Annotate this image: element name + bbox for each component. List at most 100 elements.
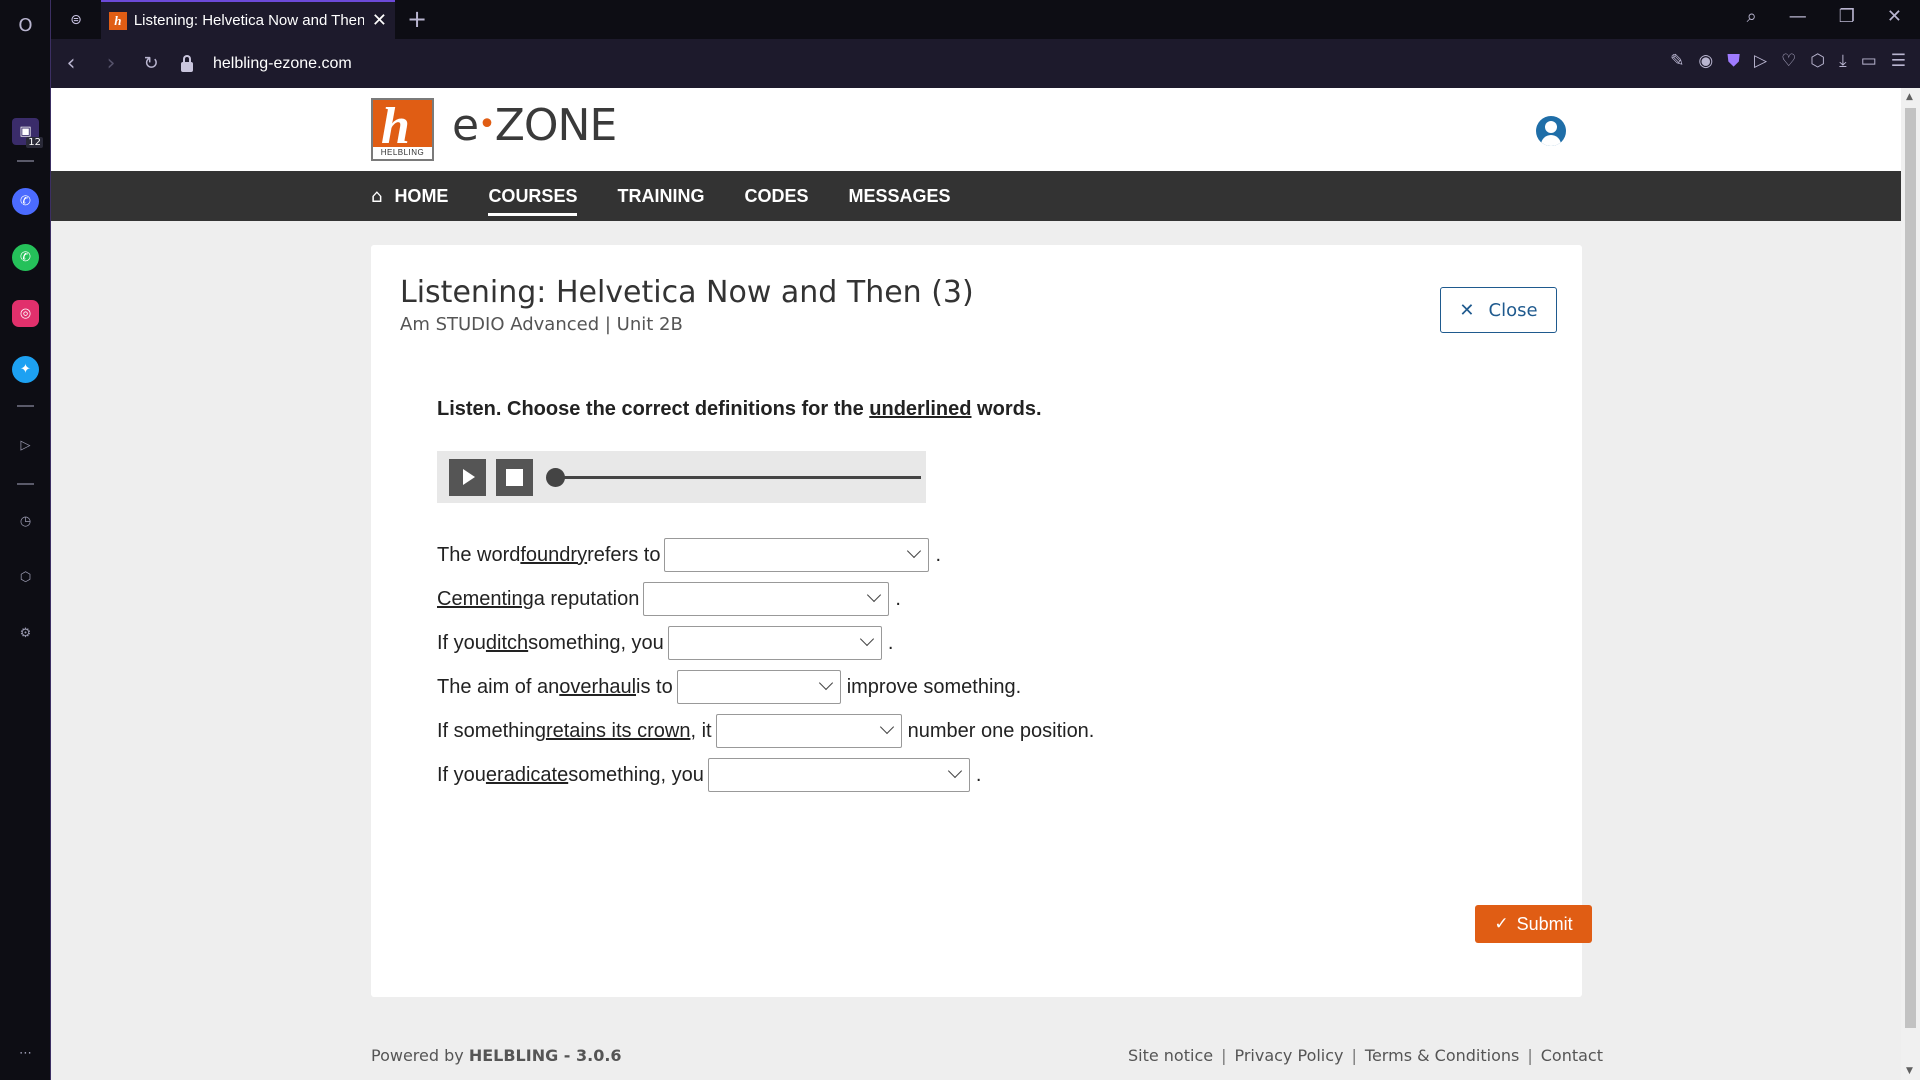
twitter-icon[interactable]: ✦ (12, 356, 39, 383)
question-row: The aim of an overhaul is to improve som… (437, 665, 1094, 709)
question-text-end: . (975, 763, 982, 786)
question-text: If you (437, 763, 486, 786)
back-icon[interactable]: ‹ (51, 51, 91, 76)
question-list: The word foundry refers to . Cementing a… (437, 533, 1094, 797)
sidebar-divider (17, 405, 34, 407)
question-text-end: . (935, 543, 942, 566)
twitch-icon[interactable]: ▣ 12 (12, 118, 43, 148)
battery-icon[interactable]: ▭ (1861, 51, 1877, 71)
scroll-up-icon[interactable]: ▲ (1906, 92, 1913, 102)
history-icon[interactable]: ◷ (12, 508, 39, 535)
workspace-icon[interactable]: ⊜ (59, 6, 93, 33)
question-row: The word foundry refers to . (437, 533, 1094, 577)
question-keyword: ditch (485, 631, 529, 654)
window-controls: ⌕ — ❐ ✕ (1747, 6, 1902, 27)
settings-gear-icon[interactable]: ⚙ (12, 620, 39, 647)
question-text-end: . (887, 631, 894, 654)
scroll-down-icon[interactable]: ▼ (1906, 1066, 1913, 1076)
question-text-end: number one position. (907, 719, 1095, 742)
heart-icon[interactable]: ♡ (1781, 51, 1796, 71)
question-keyword: foundry (520, 543, 588, 566)
footer-link-contact[interactable]: Contact (1541, 1046, 1603, 1065)
opera-logo-icon[interactable]: O (12, 12, 39, 39)
submit-button[interactable]: ✓ Submit (1475, 905, 1592, 943)
snapshot-camera-icon[interactable]: ◉ (1698, 51, 1713, 71)
footer-link-privacy[interactable]: Privacy Policy (1234, 1046, 1343, 1065)
brand-suffix: ZONE (494, 100, 617, 151)
nav-messages[interactable]: MESSAGES (848, 171, 950, 221)
instruction-text-end: words. (971, 398, 1042, 420)
sidebar-divider (17, 483, 34, 485)
brand-dot: • (478, 107, 496, 142)
answer-select-6[interactable] (707, 758, 970, 792)
extensions-icon[interactable]: ⬡ (1810, 51, 1825, 71)
user-account-icon[interactable] (1536, 116, 1566, 146)
answer-select-3[interactable] (667, 626, 882, 660)
nav-courses[interactable]: COURSES (488, 171, 578, 221)
whatsapp-icon[interactable]: ✆ (12, 244, 39, 271)
close-x-icon: ✕ (1459, 299, 1475, 321)
chevron-down-icon (818, 675, 833, 691)
question-keyword: retains its crown (545, 719, 691, 742)
extensions-cube-icon[interactable]: ⬡ (12, 564, 39, 591)
submit-label: Submit (1516, 913, 1573, 934)
nav-training[interactable]: TRAINING (617, 171, 704, 221)
close-button[interactable]: ✕ Close (1440, 287, 1557, 333)
question-row: If you eradicate something, you . (437, 753, 1094, 797)
instagram-icon[interactable]: ◎ (12, 300, 39, 327)
footer-link-site-notice[interactable]: Site notice (1128, 1046, 1213, 1065)
footer-link-terms[interactable]: Terms & Conditions (1365, 1046, 1519, 1065)
page-scrollbar[interactable]: ▲ ▼ (1901, 88, 1920, 1080)
question-text: If you (437, 631, 486, 654)
forward-icon[interactable]: › (91, 51, 131, 76)
new-tab-button[interactable]: + (407, 5, 427, 33)
exercise-card: Listening: Helvetica Now and Then (3) Am… (371, 245, 1592, 997)
nav-home[interactable]: HOME (394, 171, 448, 221)
nav-codes[interactable]: CODES (744, 171, 808, 221)
sidebar-divider (17, 160, 34, 162)
easy-setup-icon[interactable]: ☰ (1891, 51, 1906, 71)
messenger-icon[interactable]: ✆ (12, 188, 39, 215)
address-tools: ✎ ◉ ⛊ ▷ ♡ ⬡ ⤓ ▭ ☰ (1670, 51, 1906, 71)
question-text: something, you (568, 763, 704, 786)
ezone-brand[interactable]: e•ZONE (452, 100, 617, 151)
logo-letter: h (381, 98, 410, 155)
audio-progress-handle[interactable] (546, 468, 565, 487)
brand-prefix: e (452, 100, 479, 151)
play-icon[interactable] (449, 459, 486, 496)
url-field[interactable]: helbling-ezone.com (213, 55, 352, 73)
browser-tab[interactable]: h Listening: Helvetica Now and Then (3) … (101, 0, 395, 39)
helbling-logo[interactable]: h HELBLING (371, 98, 434, 161)
footer-separator: | (1527, 1046, 1533, 1065)
download-icon[interactable]: ⤓ (1839, 51, 1847, 71)
audio-player (437, 451, 926, 503)
home-icon[interactable]: ⌂ (371, 186, 382, 207)
tab-close-icon[interactable]: ✕ (372, 10, 387, 31)
question-keyword: Cementing (437, 587, 534, 610)
restore-icon[interactable]: ❐ (1839, 6, 1855, 27)
footer-separator: | (1351, 1046, 1357, 1065)
scrollbar-thumb[interactable] (1905, 108, 1916, 1028)
minimize-icon[interactable]: — (1789, 6, 1807, 27)
footer-separator: | (1221, 1046, 1227, 1065)
chevron-down-icon (859, 631, 874, 647)
share-icon[interactable]: ✎ (1670, 51, 1684, 71)
answer-select-1[interactable] (664, 538, 930, 572)
question-text: is to (636, 675, 673, 698)
answer-select-4[interactable] (676, 670, 841, 704)
vpn-shield-icon[interactable]: ⛊ (1727, 51, 1740, 71)
exercise-subtitle: Am STUDIO Advanced | Unit 2B (400, 314, 683, 335)
reload-icon[interactable]: ↻ (131, 53, 171, 74)
send-icon[interactable]: ▷ (1754, 51, 1767, 71)
close-window-icon[interactable]: ✕ (1887, 6, 1902, 27)
tab-title: Listening: Helvetica Now and Then (3) (133, 12, 364, 29)
player-icon[interactable]: ▷ (12, 432, 39, 459)
answer-select-5[interactable] (715, 714, 902, 748)
stop-icon[interactable] (496, 459, 533, 496)
lock-icon[interactable] (181, 54, 193, 72)
more-dots-icon[interactable]: ⋯ (12, 1040, 39, 1067)
search-tabs-icon[interactable]: ⌕ (1747, 6, 1757, 27)
audio-progress-track[interactable] (555, 476, 921, 479)
chevron-down-icon (907, 543, 922, 559)
answer-select-2[interactable] (643, 582, 890, 616)
